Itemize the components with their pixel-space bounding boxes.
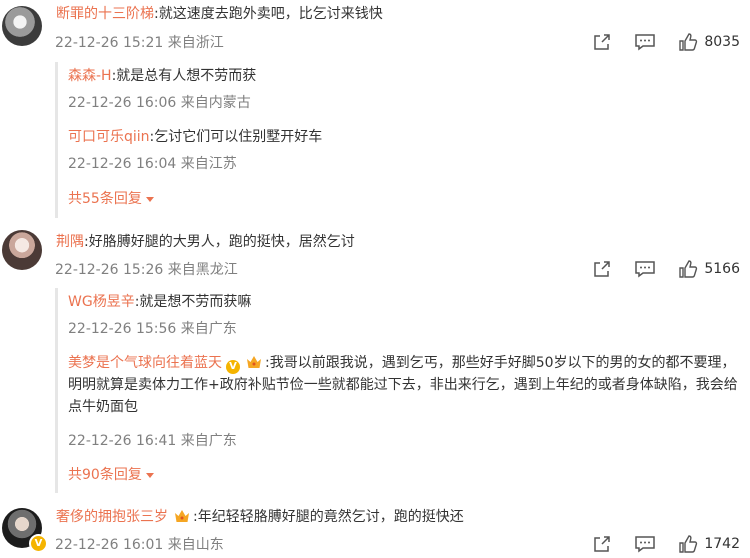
reply-text: WG杨昱辛:就是想不劳而获嘛 <box>68 292 251 312</box>
verified-icon: V <box>29 534 48 553</box>
comment-icon <box>635 536 656 553</box>
like-button[interactable]: 8035 <box>678 32 740 52</box>
verified-icon: V <box>226 360 240 374</box>
comment-actions: 8035 <box>592 32 740 52</box>
reply-divider <box>55 62 58 218</box>
like-button[interactable]: 5166 <box>678 259 740 279</box>
reply-meta: 22-12-26 16:06 来自内蒙古 <box>68 95 251 111</box>
comment-button[interactable] <box>634 32 656 52</box>
comment-username[interactable]: 断罪的十三阶梯 <box>56 6 154 22</box>
crown-icon <box>247 356 261 368</box>
comment-button[interactable] <box>634 259 656 279</box>
thumbs-up-icon <box>679 535 698 553</box>
reply-username[interactable]: 美梦是个气球向往着蓝天 <box>68 355 222 371</box>
reply-divider <box>55 288 58 493</box>
reply-username[interactable]: 可口可乐qiin <box>68 129 150 145</box>
reply-text: 美梦是个气球向往着蓝天 V:我哥以前跟我说，遇到乞丐，那些好手好脚50岁以下的男的… <box>68 352 738 418</box>
like-count: 8035 <box>704 34 740 50</box>
reply-username[interactable]: 森森-H <box>68 68 112 84</box>
share-button[interactable] <box>592 534 612 554</box>
comment-text: 断罪的十三阶梯:就这速度去跑外卖吧，比乞讨来钱快 <box>56 4 383 24</box>
share-button[interactable] <box>592 32 612 52</box>
comment-text: 奢侈的拥抱张三岁 :年纪轻轻胳膊好腿的竟然乞讨，跑的挺快还 <box>56 507 464 527</box>
reply-text: 森森-H:就是总有人想不劳而获 <box>68 66 256 86</box>
crown-icon <box>175 510 189 522</box>
thumbs-up-icon <box>679 33 698 51</box>
reply-content: :乞讨它们可以住别墅开好车 <box>149 129 323 145</box>
reply-meta: 22-12-26 16:41 来自广东 <box>68 433 237 449</box>
chevron-down-icon <box>145 472 154 478</box>
like-button[interactable]: 1742 <box>678 534 740 554</box>
comment-button[interactable] <box>634 534 656 554</box>
reply-username[interactable]: WG杨昱辛 <box>68 294 135 310</box>
thumbs-up-icon <box>679 260 698 278</box>
share-icon <box>594 261 611 277</box>
comment-meta: 22-12-26 15:21 来自浙江 <box>55 35 224 51</box>
reply-meta: 22-12-26 16:04 来自江苏 <box>68 156 237 172</box>
more-replies-link[interactable]: 共55条回复 <box>68 190 154 208</box>
share-button[interactable] <box>592 259 612 279</box>
comment-username[interactable]: 奢侈的拥抱张三岁 <box>56 509 168 525</box>
reply-text: 可口可乐qiin:乞讨它们可以住别墅开好车 <box>68 127 322 147</box>
comment-username[interactable]: 荆隅 <box>56 234 84 250</box>
share-icon <box>594 34 611 50</box>
share-icon <box>594 536 611 552</box>
like-count: 1742 <box>704 536 740 552</box>
comment-icon <box>635 261 656 278</box>
comment-content: :年纪轻轻胳膊好腿的竟然乞讨，跑的挺快还 <box>193 509 464 525</box>
avatar[interactable] <box>2 6 42 46</box>
comment-meta: 22-12-26 15:26 来自黑龙江 <box>55 262 238 278</box>
reply-meta: 22-12-26 15:56 来自广东 <box>68 321 237 337</box>
like-count: 5166 <box>704 261 740 277</box>
comment-actions: 1742 <box>592 534 740 554</box>
chevron-down-icon <box>145 196 154 202</box>
more-replies-label: 共90条回复 <box>68 467 142 483</box>
more-replies-link[interactable]: 共90条回复 <box>68 466 154 484</box>
comment-icon <box>635 34 656 51</box>
comment-content: :就这速度去跑外卖吧，比乞讨来钱快 <box>154 6 383 22</box>
comment-content: :好胳膊好腿的大男人，跑的挺快，居然乞讨 <box>84 234 355 250</box>
comment-meta: 22-12-26 16:01 来自山东 <box>55 537 224 553</box>
more-replies-label: 共55条回复 <box>68 191 142 207</box>
comment-text: 荆隅:好胳膊好腿的大男人，跑的挺快，居然乞讨 <box>56 232 355 252</box>
comment-actions: 5166 <box>592 259 740 279</box>
reply-content: :就是想不劳而获嘛 <box>134 294 252 310</box>
reply-content: :就是总有人想不劳而获 <box>111 68 257 84</box>
avatar[interactable] <box>2 230 42 270</box>
